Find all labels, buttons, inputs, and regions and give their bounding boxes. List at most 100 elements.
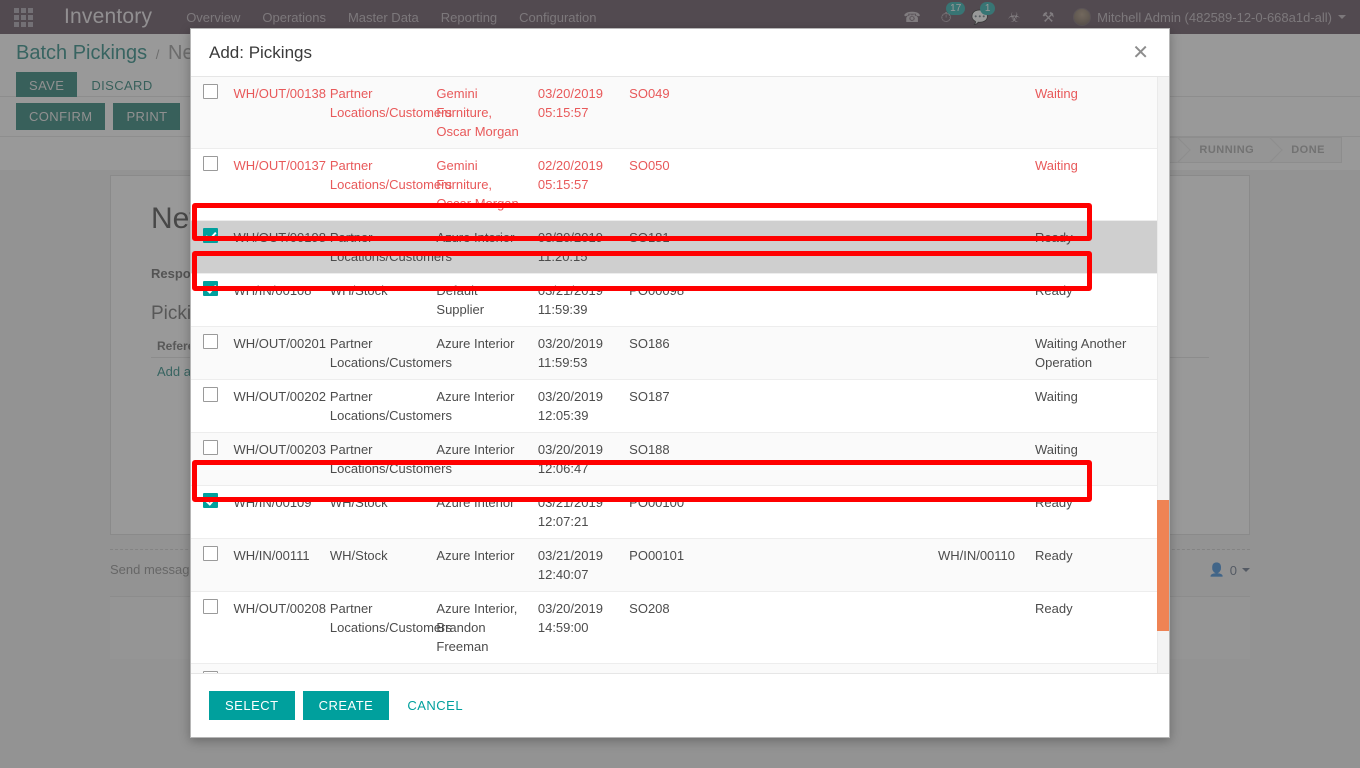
cell-backorder [743, 664, 1027, 674]
table-row[interactable]: WH/OUT/00198Partner Locations/CustomersA… [191, 221, 1159, 274]
row-checkbox-checked[interactable] [203, 228, 218, 243]
cell-status: Ready [1027, 592, 1159, 664]
row-checkbox-cell[interactable] [191, 327, 225, 380]
cell-reference: WH/OUT/00137 [225, 149, 321, 221]
cell-date: 03/20/2019 14:59:00 [530, 592, 621, 664]
table-row[interactable]: WH/OUT/00210Partner Locations/Customersش… [191, 664, 1159, 674]
cell-from: WH/Stock [322, 486, 429, 539]
row-checkbox-checked[interactable] [203, 493, 218, 508]
cell-reference: WH/IN/00109 [225, 486, 321, 539]
table-row[interactable]: WH/IN/00109WH/StockAzure Interior03/21/2… [191, 486, 1159, 539]
row-checkbox-cell[interactable] [191, 539, 225, 592]
cell-date: 03/20/2019 15:36:39 [530, 664, 621, 674]
dialog-header: Add: Pickings ✕ [191, 29, 1169, 77]
table-row[interactable]: WH/OUT/00201Partner Locations/CustomersA… [191, 327, 1159, 380]
cancel-button[interactable]: CANCEL [397, 691, 473, 720]
row-checkbox-cell[interactable] [191, 664, 225, 674]
cell-to: Azure Interior, Brandon Freeman [428, 592, 529, 664]
cell-date: 03/21/2019 12:07:21 [530, 486, 621, 539]
cell-backorder [743, 486, 1027, 539]
cell-reference: WH/OUT/00208 [225, 592, 321, 664]
cell-to: Default Supplier [428, 274, 529, 327]
cell-to: Gemini Furniture, Oscar Morgan [428, 77, 529, 149]
cell-backorder: WH/IN/00110 [743, 539, 1027, 592]
cell-date: 02/20/2019 05:15:57 [530, 149, 621, 221]
row-checkbox[interactable] [203, 387, 218, 402]
cell-backorder [743, 149, 1027, 221]
cell-reference: WH/IN/00108 [225, 274, 321, 327]
cell-backorder [743, 380, 1027, 433]
cell-source-document: SO188 [621, 433, 743, 486]
cell-from: Partner Locations/Customers [322, 221, 429, 274]
close-icon[interactable]: ✕ [1130, 43, 1151, 63]
cell-to: شركة دالي كوفود توكيلات [428, 664, 529, 674]
cell-status: Waiting [1027, 664, 1159, 674]
row-checkbox[interactable] [203, 546, 218, 561]
row-checkbox-cell[interactable] [191, 77, 225, 149]
row-checkbox-cell[interactable] [191, 592, 225, 664]
modal-vertical-scrollbar[interactable] [1157, 77, 1169, 673]
cell-source-document: SO187 [621, 380, 743, 433]
row-checkbox-cell[interactable] [191, 274, 225, 327]
cell-reference: WH/IN/00111 [225, 539, 321, 592]
cell-status: Ready [1027, 274, 1159, 327]
cell-to: Azure Interior [428, 327, 529, 380]
cell-from: Partner Locations/Customers [322, 380, 429, 433]
cell-reference: WH/OUT/00198 [225, 221, 321, 274]
table-row[interactable]: WH/OUT/00202Partner Locations/CustomersA… [191, 380, 1159, 433]
row-checkbox-checked[interactable] [203, 281, 218, 296]
row-checkbox-cell[interactable] [191, 149, 225, 221]
select-button[interactable]: SELECT [209, 691, 295, 720]
cell-backorder [743, 77, 1027, 149]
row-checkbox-cell[interactable] [191, 486, 225, 539]
cell-status: Ready [1027, 221, 1159, 274]
cell-backorder [743, 274, 1027, 327]
cell-backorder [743, 221, 1027, 274]
cell-from: Partner Locations/Customers [322, 77, 429, 149]
cell-reference: WH/OUT/00201 [225, 327, 321, 380]
cell-reference: WH/OUT/00210 [225, 664, 321, 674]
cell-status: Ready [1027, 539, 1159, 592]
table-row[interactable]: WH/OUT/00138Partner Locations/CustomersG… [191, 77, 1159, 149]
table-row[interactable]: WH/IN/00111WH/StockAzure Interior03/21/2… [191, 539, 1159, 592]
table-row[interactable]: WH/IN/00108WH/StockDefault Supplier03/21… [191, 274, 1159, 327]
cell-to: Gemini Furniture, Oscar Morgan [428, 149, 529, 221]
row-checkbox-cell[interactable] [191, 433, 225, 486]
row-checkbox[interactable] [203, 156, 218, 171]
scrollbar-thumb[interactable] [1157, 500, 1169, 631]
cell-from: Partner Locations/Customers [322, 592, 429, 664]
cell-to: Azure Interior [428, 539, 529, 592]
cell-from: WH/Stock [322, 539, 429, 592]
cell-source-document: SO208 [621, 592, 743, 664]
row-checkbox[interactable] [203, 440, 218, 455]
row-checkbox[interactable] [203, 84, 218, 99]
cell-backorder [743, 327, 1027, 380]
cell-source-document: SO050 [621, 149, 743, 221]
cell-to: Azure Interior [428, 380, 529, 433]
cell-reference: WH/OUT/00203 [225, 433, 321, 486]
cell-to: Azure Interior [428, 433, 529, 486]
row-checkbox-cell[interactable] [191, 380, 225, 433]
cell-from: Partner Locations/Customers [322, 664, 429, 674]
cell-date: 03/20/2019 12:06:47 [530, 433, 621, 486]
dialog-body: WH/OUT/00138Partner Locations/CustomersG… [191, 77, 1169, 673]
table-row[interactable]: WH/OUT/00137Partner Locations/CustomersG… [191, 149, 1159, 221]
cell-reference: WH/OUT/00202 [225, 380, 321, 433]
table-row[interactable]: WH/OUT/00208Partner Locations/CustomersA… [191, 592, 1159, 664]
row-checkbox[interactable] [203, 599, 218, 614]
row-checkbox-cell[interactable] [191, 221, 225, 274]
dialog-title: Add: Pickings [209, 43, 312, 63]
cell-from: Partner Locations/Customers [322, 433, 429, 486]
add-pickings-dialog: Add: Pickings ✕ WH/OUT/00138Partner Loca… [190, 28, 1170, 738]
create-button[interactable]: CREATE [303, 691, 390, 720]
cell-date: 03/20/2019 11:20:15 [530, 221, 621, 274]
table-row[interactable]: WH/OUT/00203Partner Locations/CustomersA… [191, 433, 1159, 486]
row-checkbox[interactable] [203, 334, 218, 349]
cell-backorder [743, 592, 1027, 664]
cell-date: 03/21/2019 11:59:39 [530, 274, 621, 327]
row-checkbox[interactable] [203, 671, 218, 673]
cell-source-document: PO00100 [621, 486, 743, 539]
cell-date: 03/20/2019 12:05:39 [530, 380, 621, 433]
dialog-footer: SELECT CREATE CANCEL [191, 673, 1169, 737]
cell-source-document: PO00101 [621, 539, 743, 592]
